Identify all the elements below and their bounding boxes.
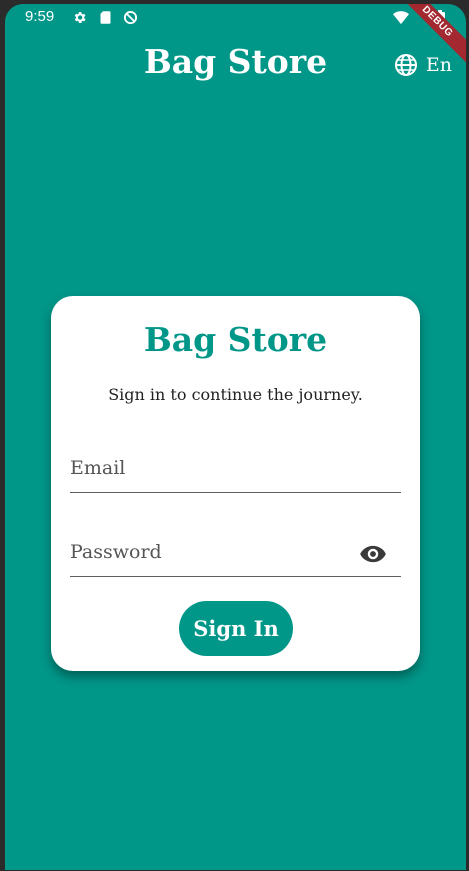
sign-in-card: Bag Store Sign in to continue the journe… bbox=[51, 296, 420, 671]
sd-card-icon bbox=[98, 10, 113, 25]
sign-in-button[interactable]: Sign In bbox=[179, 601, 293, 656]
password-field bbox=[70, 526, 401, 577]
app-screen: 9:59 DEBUG Bag Store En Bag Store Sign i… bbox=[5, 4, 466, 870]
eye-icon[interactable] bbox=[359, 540, 387, 568]
email-field bbox=[70, 442, 401, 493]
no-disturb-icon bbox=[123, 10, 138, 25]
globe-icon bbox=[394, 53, 426, 77]
status-time: 9:59 bbox=[25, 8, 55, 25]
password-input[interactable] bbox=[70, 536, 350, 568]
language-switch-button[interactable]: En bbox=[394, 52, 452, 78]
status-bar: 9:59 bbox=[5, 4, 466, 32]
email-input[interactable] bbox=[70, 452, 350, 484]
settings-icon bbox=[72, 10, 87, 25]
card-subtitle: Sign in to continue the journey. bbox=[108, 385, 363, 404]
device-frame: 9:59 DEBUG Bag Store En Bag Store Sign i… bbox=[0, 0, 469, 871]
language-label: En bbox=[425, 54, 452, 76]
card-title: Bag Store bbox=[143, 320, 328, 359]
wifi-icon bbox=[393, 10, 409, 25]
